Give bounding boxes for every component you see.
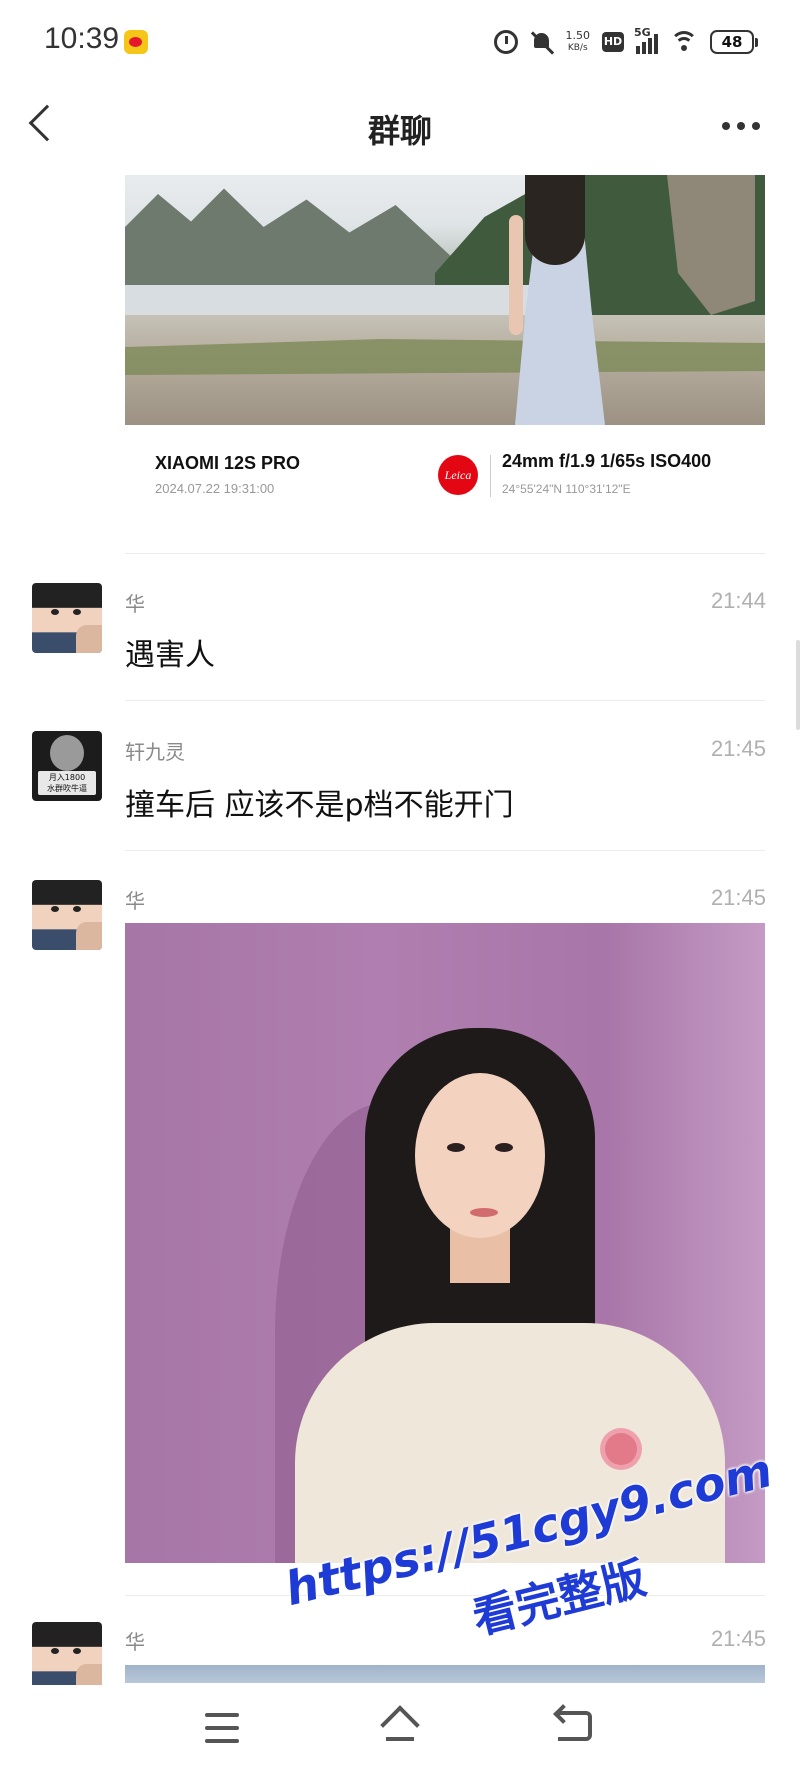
wifi-icon [670, 31, 698, 53]
avatar[interactable] [32, 1622, 102, 1692]
scrollbar[interactable] [796, 640, 800, 730]
image-preview[interactable] [125, 1665, 765, 1683]
message-time: 21:45 [710, 1626, 766, 1651]
photo-datetime: 2024.07.22 19:31:00 [155, 481, 275, 496]
sender-name[interactable]: 华 [125, 885, 145, 914]
battery-icon: 48 [710, 30, 758, 54]
network-type: 5G [634, 26, 651, 39]
message-time: 21:44 [710, 588, 766, 613]
message-divider [125, 553, 765, 554]
message-text: 遇害人 [125, 638, 215, 673]
sender-name[interactable]: 华 [125, 588, 145, 617]
system-nav-bar [0, 1685, 800, 1778]
message-divider [125, 700, 765, 701]
camera-model: XIAOMI 12S PRO [155, 453, 301, 473]
exif-divider [490, 455, 491, 497]
menu-icon[interactable] [205, 1713, 239, 1743]
status-time: 10:39 [44, 22, 120, 55]
network-speed: 1.50 KB/s [566, 30, 591, 54]
leica-logo: Leica [438, 455, 478, 495]
alarm-icon [493, 30, 518, 54]
photo-gps: 24°55'24"N 110°31'12"E [502, 482, 631, 496]
avatar[interactable] [32, 583, 102, 653]
nav-bar: 群聊 [0, 80, 800, 170]
network-speed-unit: KB/s [567, 43, 588, 53]
avatar[interactable]: 月入1800 水群吹牛逼 [32, 731, 102, 801]
exif-frame: XIAOMI 12S PRO 2024.07.22 19:31:00 Leica… [125, 425, 765, 535]
mute-icon [530, 30, 554, 54]
message-time: 21:45 [710, 885, 766, 910]
landscape-photo[interactable] [125, 175, 765, 425]
sender-name[interactable]: 华 [125, 1626, 145, 1655]
status-icons: 1.50 KB/s HD 5G 48 [493, 24, 758, 60]
status-bar: 10:39 1.50 KB/s HD 5G 48 [0, 0, 800, 80]
sender-name[interactable]: 轩九灵 [125, 736, 185, 765]
home-icon[interactable] [378, 1705, 422, 1747]
message-time: 21:45 [710, 736, 766, 761]
back-icon[interactable] [558, 1711, 592, 1741]
weibo-icon [124, 30, 148, 54]
hd-icon: HD [602, 32, 624, 52]
page-title: 群聊 [367, 112, 432, 150]
more-dots-icon[interactable] [722, 122, 760, 130]
message-divider [125, 850, 765, 851]
signal-icon: 5G [634, 26, 658, 54]
photo-message[interactable]: XIAOMI 12S PRO 2024.07.22 19:31:00 Leica… [125, 175, 765, 535]
message-text: 撞车后 应该不是p档不能开门 [125, 788, 514, 823]
network-speed-value: 1.50 [565, 29, 591, 42]
avatar-caption: 月入1800 水群吹牛逼 [38, 771, 96, 795]
camera-params: 24mm f/1.9 1/65s ISO400 [502, 451, 712, 471]
battery-level: 48 [721, 33, 743, 51]
avatar[interactable] [32, 880, 102, 950]
